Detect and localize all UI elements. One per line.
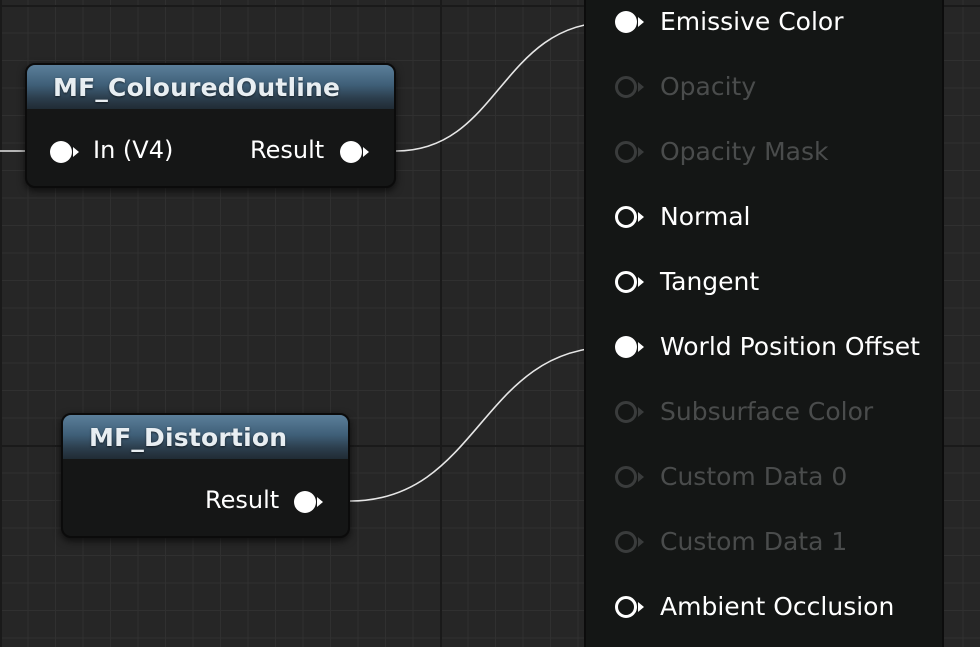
pin-disabled-icon xyxy=(612,139,646,165)
material-input-label: Normal xyxy=(660,202,751,231)
material-input-world-position-offset[interactable]: World Position Offset xyxy=(586,327,942,367)
material-graph-canvas[interactable]: MF_ColouredOutline In (V4) Result MF_Dis… xyxy=(0,0,980,647)
output-pin-connected-icon[interactable] xyxy=(291,489,325,515)
material-input-normal[interactable]: Normal xyxy=(586,197,942,237)
output-pin-connected-icon[interactable] xyxy=(337,139,371,165)
material-input-label: Subsurface Color xyxy=(660,397,874,426)
material-input-emissive-color[interactable]: Emissive Color xyxy=(586,2,942,42)
pin-connected-icon[interactable] xyxy=(612,334,646,360)
material-input-custom-data-0[interactable]: Custom Data 0 xyxy=(586,457,942,497)
material-input-label: Opacity Mask xyxy=(660,137,829,166)
material-result-node[interactable]: Emissive Color Opacity Opacity Mask Norm… xyxy=(584,0,944,647)
wire-distortion-to-world-position-offset[interactable] xyxy=(349,346,613,502)
node-title: MF_Distortion xyxy=(89,422,288,452)
material-input-label: Ambient Occlusion xyxy=(660,592,895,621)
pin-disabled-icon xyxy=(612,74,646,100)
material-input-opacity-mask[interactable]: Opacity Mask xyxy=(586,132,942,172)
material-input-ambient-occlusion[interactable]: Ambient Occlusion xyxy=(586,587,942,627)
pin-disabled-icon xyxy=(612,464,646,490)
wire-coloured-outline-to-emissive[interactable] xyxy=(395,21,613,152)
node-title: MF_ColouredOutline xyxy=(53,72,341,102)
input-label-in-v4: In (V4) xyxy=(93,136,174,164)
pin-connected-icon[interactable] xyxy=(612,9,646,35)
pin-unconnected-icon[interactable] xyxy=(612,594,646,620)
material-input-label: Emissive Color xyxy=(660,7,844,36)
output-label-result: Result xyxy=(205,486,280,514)
material-input-custom-data-1[interactable]: Custom Data 1 xyxy=(586,522,942,562)
material-input-label: Opacity xyxy=(660,72,757,101)
pin-unconnected-icon[interactable] xyxy=(612,204,646,230)
material-input-label: Custom Data 0 xyxy=(660,462,848,491)
node-mf-distortion[interactable]: MF_Distortion Result xyxy=(61,413,350,538)
material-input-subsurface-color[interactable]: Subsurface Color xyxy=(586,392,942,432)
material-input-opacity[interactable]: Opacity xyxy=(586,67,942,107)
input-pin-connected-icon[interactable] xyxy=(47,139,81,165)
material-input-label: Custom Data 1 xyxy=(660,527,848,556)
pin-disabled-icon xyxy=(612,529,646,555)
material-input-label: World Position Offset xyxy=(660,332,920,361)
node-header[interactable]: MF_Distortion xyxy=(63,415,348,459)
node-mf-coloured-outline[interactable]: MF_ColouredOutline In (V4) Result xyxy=(25,63,396,188)
material-input-tangent[interactable]: Tangent xyxy=(586,262,942,302)
pin-disabled-icon xyxy=(612,399,646,425)
node-header[interactable]: MF_ColouredOutline xyxy=(27,65,394,109)
output-label-result: Result xyxy=(250,136,325,164)
material-input-label: Tangent xyxy=(660,267,760,296)
pin-unconnected-icon[interactable] xyxy=(612,269,646,295)
